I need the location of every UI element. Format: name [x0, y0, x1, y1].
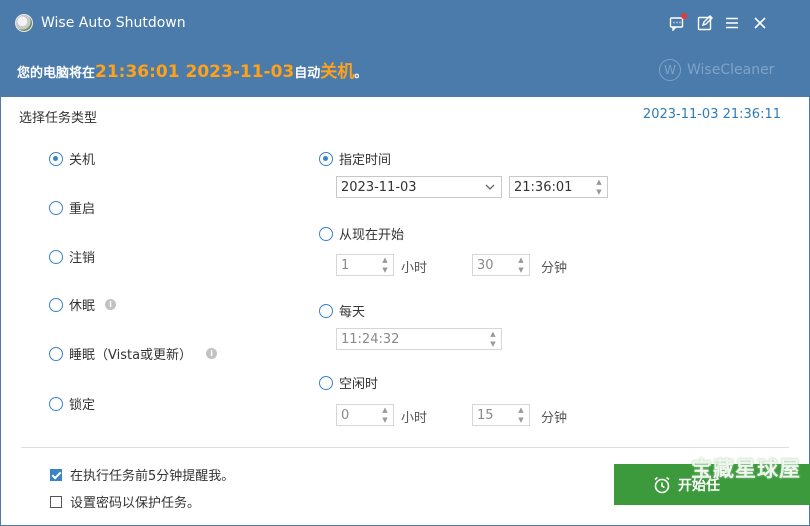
checkbox-indicator[interactable]: [50, 468, 62, 481]
task-option-sleep[interactable]: 睡眠（Vista或更新） i: [49, 344, 218, 363]
task-option-label: 注销: [69, 251, 96, 266]
task-option-label: 睡眠（Vista或更新）: [69, 348, 193, 363]
time-picker[interactable]: 21:36:01 ▲ ▼: [509, 176, 608, 198]
minutes-value: 15: [477, 407, 494, 423]
info-icon[interactable]: i: [105, 299, 117, 310]
chevron-up-icon[interactable]: ▲: [518, 256, 523, 264]
minutes-spinner[interactable]: ▲ ▼: [514, 406, 528, 424]
radio-indicator[interactable]: [49, 151, 63, 166]
app-window: Wise Auto Shutdown 您的电脑将在21:36:01 2023-1…: [0, 0, 810, 526]
shutdown-summary: 您的电脑将在21:36:01 2023-11-03自动关机。: [17, 57, 367, 82]
task-option-label: 锁定: [69, 398, 96, 413]
date-picker[interactable]: 2023-11-03: [336, 176, 502, 198]
hours-spinner[interactable]: ▲ ▼: [378, 406, 392, 424]
date-value: 2023-11-03: [341, 179, 417, 195]
chevron-down-icon[interactable]: ▼: [382, 266, 387, 274]
daily-time-value: 11:24:32: [341, 331, 400, 347]
message-icon[interactable]: [667, 13, 687, 33]
task-option-label: 重启: [69, 202, 96, 217]
summary-action: 关机: [320, 62, 355, 82]
radio-indicator[interactable]: [49, 297, 63, 312]
wisecleaner-logo-icon: W: [659, 59, 681, 81]
summary-middle: 自动: [294, 66, 321, 81]
schedule-option-from-now[interactable]: 从现在开始: [319, 224, 404, 243]
hours-unit: 小时: [401, 411, 428, 426]
summary-prefix: 您的电脑将在: [17, 66, 96, 81]
watermark-text: 宝藏星球屋: [691, 457, 801, 481]
minutes-spinner[interactable]: ▲ ▼: [514, 256, 528, 274]
hours-unit: 小时: [401, 261, 428, 276]
idle-minutes-stepper[interactable]: 15 ▲ ▼: [472, 404, 530, 426]
chevron-up-icon[interactable]: ▲: [382, 256, 387, 264]
minutes-unit: 分钟: [541, 261, 568, 276]
chevron-up-icon[interactable]: ▲: [518, 406, 523, 414]
task-option-hibernate[interactable]: 休眠 i: [49, 295, 117, 314]
header-band: Wise Auto Shutdown 您的电脑将在21:36:01 2023-1…: [1, 1, 809, 97]
task-option-shutdown[interactable]: 关机: [49, 149, 95, 168]
menu-icon[interactable]: [722, 13, 742, 33]
chevron-down-icon[interactable]: [485, 182, 495, 192]
app-logo: [15, 14, 33, 32]
schedule-option-specified[interactable]: 指定时间: [319, 149, 391, 168]
task-option-restart[interactable]: 重启: [49, 198, 95, 217]
wisecleaner-brand[interactable]: W WiseCleaner: [659, 59, 774, 81]
chevron-down-icon[interactable]: ▼: [518, 416, 523, 424]
radio-indicator[interactable]: [49, 396, 63, 411]
current-datetime: 2023-11-03 21:36:11: [642, 107, 781, 122]
minutes-value: 30: [477, 257, 494, 273]
close-icon[interactable]: [750, 13, 770, 33]
edit-icon[interactable]: [695, 13, 715, 33]
radio-indicator[interactable]: [49, 249, 63, 264]
password-checkbox[interactable]: 设置密码以保护任务。: [50, 492, 200, 511]
app-title: Wise Auto Shutdown: [41, 15, 186, 31]
daily-time-picker[interactable]: 11:24:32 ▲ ▼: [336, 328, 502, 350]
summary-time: 21:36:01 2023-11-03: [95, 62, 295, 82]
radio-indicator[interactable]: [319, 226, 333, 241]
radio-indicator[interactable]: [319, 375, 333, 390]
checkbox-indicator[interactable]: [50, 495, 62, 508]
idle-hours-stepper[interactable]: 0 ▲ ▼: [336, 404, 394, 426]
chevron-down-icon[interactable]: ▼: [382, 416, 387, 424]
chevron-up-icon[interactable]: ▲: [382, 406, 387, 414]
remind-label: 在执行任务前5分钟提醒我。: [70, 469, 235, 484]
schedule-option-idle[interactable]: 空闲时: [319, 373, 378, 392]
task-option-lock[interactable]: 锁定: [49, 394, 95, 413]
chevron-down-icon[interactable]: ▼: [596, 188, 601, 196]
footer-divider: [21, 447, 789, 448]
info-icon[interactable]: i: [206, 348, 218, 359]
alarm-clock-icon: [654, 476, 670, 493]
schedule-option-label: 每天: [339, 305, 366, 320]
notification-dot: [681, 13, 687, 19]
remind-checkbox[interactable]: 在执行任务前5分钟提醒我。: [50, 465, 234, 484]
radio-indicator[interactable]: [319, 151, 333, 166]
radio-indicator[interactable]: [49, 346, 63, 361]
title-bar: Wise Auto Shutdown: [1, 1, 809, 45]
task-option-logoff[interactable]: 注销: [49, 247, 95, 266]
from-now-hours-stepper[interactable]: 1 ▲ ▼: [336, 254, 394, 276]
password-label: 设置密码以保护任务。: [70, 496, 201, 511]
chevron-up-icon[interactable]: ▲: [596, 178, 601, 186]
radio-indicator[interactable]: [319, 303, 333, 318]
task-type-label: 选择任务类型: [19, 111, 98, 126]
chevron-up-icon[interactable]: ▲: [490, 330, 495, 338]
daily-time-spinner[interactable]: ▲ ▼: [486, 330, 500, 348]
chevron-down-icon[interactable]: ▼: [518, 266, 523, 274]
schedule-option-label: 指定时间: [339, 153, 392, 168]
schedule-option-daily[interactable]: 每天: [319, 301, 365, 320]
radio-indicator[interactable]: [49, 200, 63, 215]
chevron-down-icon[interactable]: ▼: [490, 340, 495, 348]
task-option-label: 休眠: [69, 299, 96, 314]
task-option-label: 关机: [69, 153, 96, 168]
from-now-minutes-stepper[interactable]: 30 ▲ ▼: [472, 254, 530, 276]
hours-value: 0: [341, 407, 350, 423]
minutes-unit: 分钟: [541, 411, 568, 426]
brand-label: WiseCleaner: [687, 62, 775, 78]
summary-suffix: 。: [354, 66, 368, 81]
schedule-option-label: 空闲时: [339, 377, 379, 392]
hours-value: 1: [341, 257, 350, 273]
hours-spinner[interactable]: ▲ ▼: [378, 256, 392, 274]
time-value: 21:36:01: [514, 179, 573, 195]
time-stepper[interactable]: ▲ ▼: [592, 178, 606, 196]
schedule-option-label: 从现在开始: [339, 228, 405, 243]
